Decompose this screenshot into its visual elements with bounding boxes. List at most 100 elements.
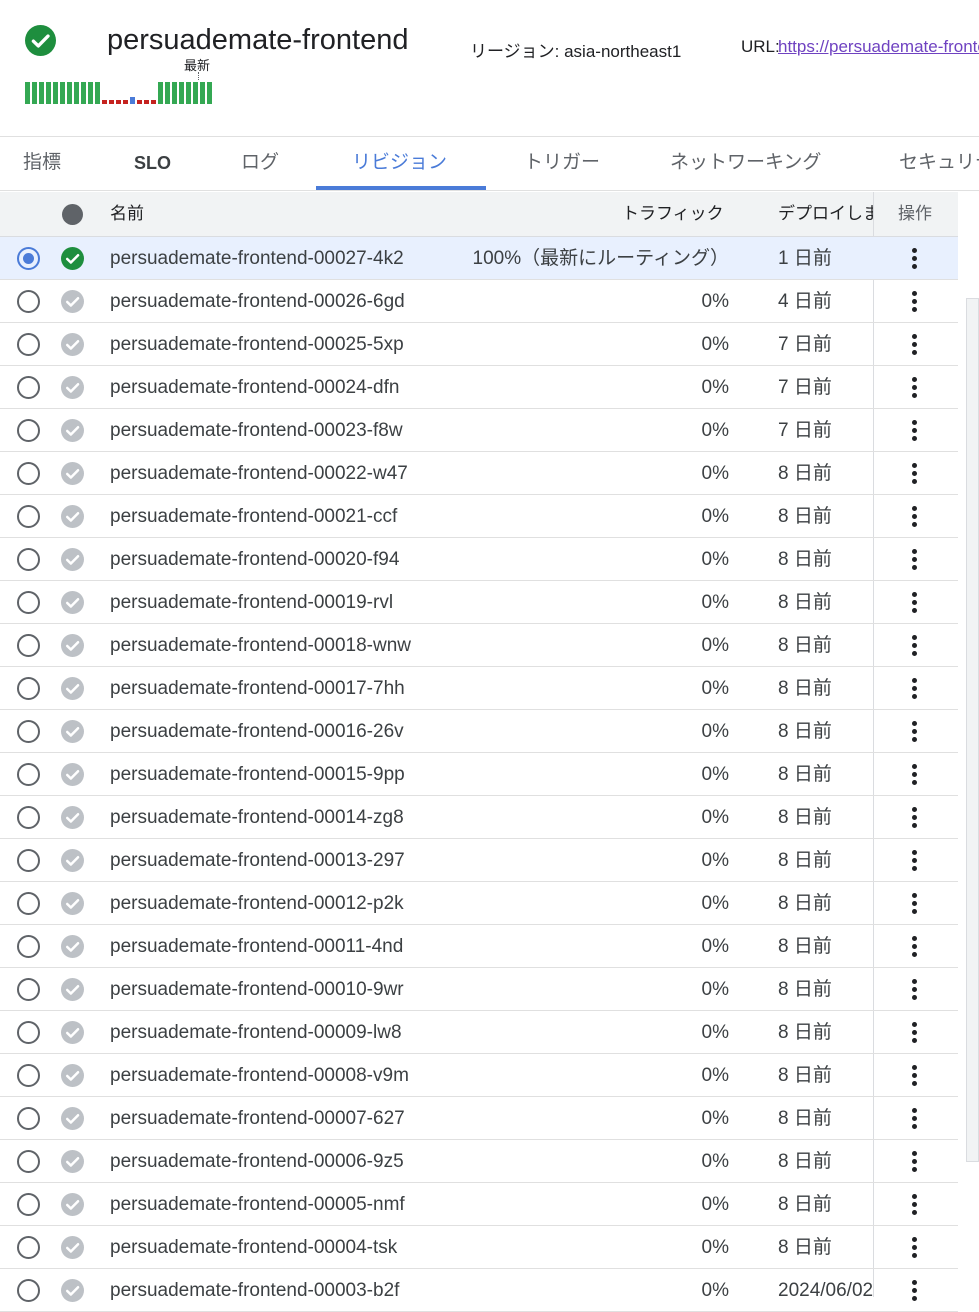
table-row[interactable]: persuademate-frontend-00027-4k2 100%（最新にル… <box>0 237 958 280</box>
revision-name[interactable]: persuademate-frontend-00017-7hh <box>110 667 405 710</box>
table-row[interactable]: persuademate-frontend-00009-lw8 0% 8 日前 <box>0 1011 958 1054</box>
revision-history-bars[interactable] <box>25 82 215 104</box>
revision-name[interactable]: persuademate-frontend-00004-tsk <box>110 1226 397 1269</box>
more-vert-icon[interactable] <box>901 543 929 575</box>
revision-name[interactable]: persuademate-frontend-00010-9wr <box>110 968 404 1011</box>
service-url-link[interactable]: https://persuademate-frontend <box>778 37 979 57</box>
table-row[interactable]: persuademate-frontend-00008-v9m 0% 8 日前 <box>0 1054 958 1097</box>
more-vert-icon[interactable] <box>901 242 929 274</box>
table-row[interactable]: persuademate-frontend-00014-zg8 0% 8 日前 <box>0 796 958 839</box>
tab-networking[interactable]: ネットワーキング <box>670 137 821 191</box>
row-select-radio[interactable] <box>17 935 40 958</box>
table-row[interactable]: persuademate-frontend-00005-nmf 0% 8 日前 <box>0 1183 958 1226</box>
table-row[interactable]: persuademate-frontend-00022-w47 0% 8 日前 <box>0 452 958 495</box>
table-row[interactable]: persuademate-frontend-00012-p2k 0% 8 日前 <box>0 882 958 925</box>
row-select-radio[interactable] <box>17 1236 40 1259</box>
table-row[interactable]: persuademate-frontend-00025-5xp 0% 7 日前 <box>0 323 958 366</box>
row-select-radio[interactable] <box>17 505 40 528</box>
row-select-radio[interactable] <box>17 1064 40 1087</box>
table-row[interactable]: persuademate-frontend-00003-b2f 0% 2024/06… <box>0 1269 958 1312</box>
more-vert-icon[interactable] <box>901 629 929 661</box>
revision-name[interactable]: persuademate-frontend-00026-6gd <box>110 280 405 323</box>
tab-slo[interactable]: SLO <box>134 137 171 191</box>
revision-name[interactable]: persuademate-frontend-00024-dfn <box>110 366 399 409</box>
row-select-radio[interactable] <box>17 892 40 915</box>
row-select-radio[interactable] <box>17 849 40 872</box>
revision-name[interactable]: persuademate-frontend-00016-26v <box>110 710 404 753</box>
column-header-traffic[interactable]: トラフィック <box>622 192 724 236</box>
more-vert-icon[interactable] <box>901 500 929 532</box>
more-vert-icon[interactable] <box>901 758 929 790</box>
revision-name[interactable]: persuademate-frontend-00009-lw8 <box>110 1011 402 1054</box>
more-vert-icon[interactable] <box>901 586 929 618</box>
more-vert-icon[interactable] <box>901 672 929 704</box>
revision-name[interactable]: persuademate-frontend-00007-627 <box>110 1097 405 1140</box>
more-vert-icon[interactable] <box>901 1102 929 1134</box>
table-row[interactable]: persuademate-frontend-00011-4nd 0% 8 日前 <box>0 925 958 968</box>
more-vert-icon[interactable] <box>901 371 929 403</box>
table-row[interactable]: persuademate-frontend-00010-9wr 0% 8 日前 <box>0 968 958 1011</box>
more-vert-icon[interactable] <box>901 1145 929 1177</box>
more-vert-icon[interactable] <box>901 801 929 833</box>
tab-revisions[interactable]: リビジョン <box>352 137 447 191</box>
table-row[interactable]: persuademate-frontend-00004-tsk 0% 8 日前 <box>0 1226 958 1269</box>
table-row[interactable]: persuademate-frontend-00015-9pp 0% 8 日前 <box>0 753 958 796</box>
revision-name[interactable]: persuademate-frontend-00006-9z5 <box>110 1140 404 1183</box>
revision-name[interactable]: persuademate-frontend-00023-f8w <box>110 409 403 452</box>
more-vert-icon[interactable] <box>901 973 929 1005</box>
row-select-radio[interactable] <box>17 1150 40 1173</box>
table-row[interactable]: persuademate-frontend-00017-7hh 0% 8 日前 <box>0 667 958 710</box>
more-vert-icon[interactable] <box>901 1016 929 1048</box>
revision-name[interactable]: persuademate-frontend-00022-w47 <box>110 452 408 495</box>
more-vert-icon[interactable] <box>901 887 929 919</box>
column-header-name[interactable]: 名前 <box>110 192 144 236</box>
row-select-radio[interactable] <box>17 290 40 313</box>
revision-name[interactable]: persuademate-frontend-00027-4k2 <box>110 237 404 280</box>
more-vert-icon[interactable] <box>901 328 929 360</box>
row-select-radio[interactable] <box>17 1279 40 1302</box>
table-row[interactable]: persuademate-frontend-00013-297 0% 8 日前 <box>0 839 958 882</box>
row-select-radio[interactable] <box>17 376 40 399</box>
revision-name[interactable]: persuademate-frontend-00008-v9m <box>110 1054 409 1097</box>
more-vert-icon[interactable] <box>901 1059 929 1091</box>
row-select-radio[interactable] <box>17 247 40 270</box>
row-select-radio[interactable] <box>17 677 40 700</box>
row-select-radio[interactable] <box>17 720 40 743</box>
table-row[interactable]: persuademate-frontend-00007-627 0% 8 日前 <box>0 1097 958 1140</box>
row-select-radio[interactable] <box>17 1021 40 1044</box>
revision-name[interactable]: persuademate-frontend-00014-zg8 <box>110 796 404 839</box>
revision-name[interactable]: persuademate-frontend-00013-297 <box>110 839 405 882</box>
more-vert-icon[interactable] <box>901 285 929 317</box>
scrollbar[interactable] <box>966 298 979 1162</box>
table-row[interactable]: persuademate-frontend-00024-dfn 0% 7 日前 <box>0 366 958 409</box>
row-select-radio[interactable] <box>17 462 40 485</box>
revision-name[interactable]: persuademate-frontend-00003-b2f <box>110 1269 399 1312</box>
row-select-radio[interactable] <box>17 548 40 571</box>
row-select-radio[interactable] <box>17 806 40 829</box>
revision-name[interactable]: persuademate-frontend-00015-9pp <box>110 753 405 796</box>
row-select-radio[interactable] <box>17 333 40 356</box>
table-row[interactable]: persuademate-frontend-00021-ccf 0% 8 日前 <box>0 495 958 538</box>
table-row[interactable]: persuademate-frontend-00026-6gd 0% 4 日前 <box>0 280 958 323</box>
revision-name[interactable]: persuademate-frontend-00020-f94 <box>110 538 399 581</box>
revision-name[interactable]: persuademate-frontend-00021-ccf <box>110 495 397 538</box>
more-vert-icon[interactable] <box>901 930 929 962</box>
tab-triggers[interactable]: トリガー <box>524 137 600 191</box>
row-select-radio[interactable] <box>17 1107 40 1130</box>
tab-metrics[interactable]: 指標 <box>23 137 61 191</box>
tab-logs[interactable]: ログ <box>241 137 279 191</box>
row-select-radio[interactable] <box>17 419 40 442</box>
revision-name[interactable]: persuademate-frontend-00011-4nd <box>110 925 403 968</box>
table-row[interactable]: persuademate-frontend-00019-rvl 0% 8 日前 <box>0 581 958 624</box>
table-row[interactable]: persuademate-frontend-00020-f94 0% 8 日前 <box>0 538 958 581</box>
table-row[interactable]: persuademate-frontend-00016-26v 0% 8 日前 <box>0 710 958 753</box>
table-row[interactable]: persuademate-frontend-00023-f8w 0% 7 日前 <box>0 409 958 452</box>
more-vert-icon[interactable] <box>901 457 929 489</box>
row-select-radio[interactable] <box>17 591 40 614</box>
tab-security[interactable]: セキュリティ <box>899 137 979 191</box>
row-select-radio[interactable] <box>17 763 40 786</box>
revision-name[interactable]: persuademate-frontend-00025-5xp <box>110 323 404 366</box>
table-row[interactable]: persuademate-frontend-00006-9z5 0% 8 日前 <box>0 1140 958 1183</box>
revision-name[interactable]: persuademate-frontend-00019-rvl <box>110 581 393 624</box>
row-select-radio[interactable] <box>17 978 40 1001</box>
